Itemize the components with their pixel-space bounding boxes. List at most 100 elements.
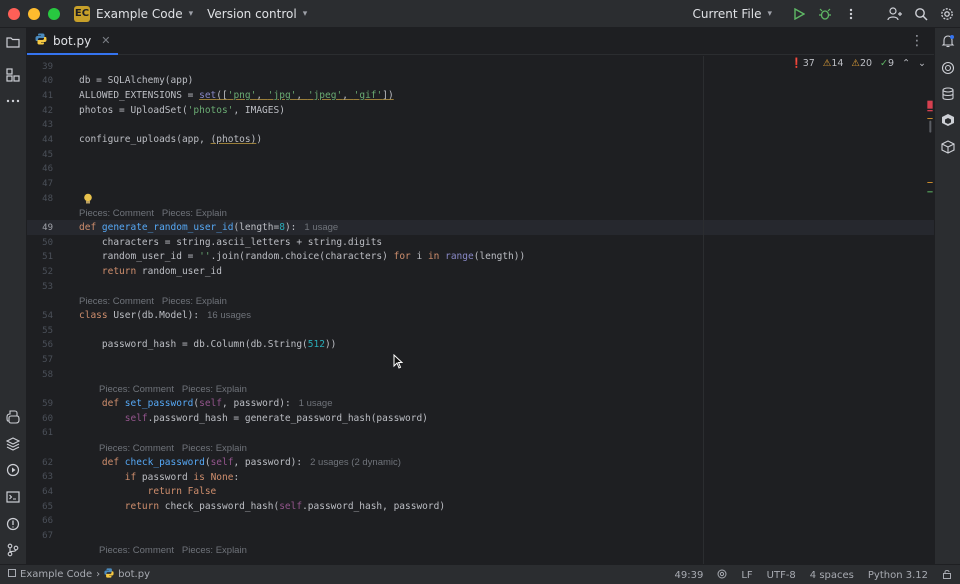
ai-assistant-icon[interactable]	[938, 58, 958, 78]
chevron-down-icon[interactable]: ⌄	[918, 58, 926, 69]
chevron-down-icon: ▾	[767, 9, 772, 19]
line-number: 40	[42, 76, 53, 86]
pieces-hint[interactable]: Pieces: Comment Pieces: Explain	[79, 208, 227, 219]
line-number: 65	[42, 502, 53, 512]
layers-icon[interactable]	[3, 434, 23, 454]
code-line: return check_password_hash(self.password…	[79, 501, 446, 512]
python-interpreter[interactable]: Python 3.12	[868, 570, 928, 581]
python-console-icon[interactable]	[3, 407, 23, 427]
git-branch-icon[interactable]	[3, 540, 23, 560]
lightbulb-icon[interactable]	[83, 193, 93, 205]
line-number: 50	[42, 238, 53, 248]
error-stripe[interactable]	[926, 74, 934, 234]
project-folder-icon[interactable]	[3, 32, 23, 52]
version-control-menu[interactable]: Version control ▾	[207, 7, 307, 21]
breadcrumb-project[interactable]: Example Code	[20, 569, 92, 580]
tab-options-icon[interactable]: ⋮	[910, 33, 924, 49]
code-line: characters = string.ascii_letters + stri…	[79, 237, 383, 248]
tab-label: bot.py	[53, 33, 92, 48]
line-number: 62	[42, 458, 53, 468]
minimize-window-button[interactable]	[28, 7, 40, 20]
code-line: def set_password(self, password): 1 usage	[79, 398, 333, 409]
pieces-hint[interactable]: Pieces: Comment Pieces: Explain	[99, 443, 247, 454]
error-count: ❗37	[790, 58, 815, 69]
status-bar: Example Code › bot.py 49:39 LF UTF-8 4 s…	[0, 564, 960, 584]
window-controls	[8, 7, 60, 20]
line-number: 45	[42, 150, 53, 160]
code-line: def check_password(self, password): 2 usa…	[79, 457, 401, 468]
warning-count: ⚠14	[822, 58, 844, 69]
project-badge: EC	[74, 5, 90, 22]
breadcrumb: Example Code › bot.py	[8, 568, 150, 581]
usage-hint[interactable]: 1 usage	[304, 222, 338, 233]
line-number: 57	[42, 355, 53, 365]
lock-icon[interactable]	[942, 569, 952, 582]
line-number: 56	[42, 340, 53, 350]
usage-hint[interactable]: 1 usage	[299, 398, 333, 409]
package-box-icon[interactable]	[938, 137, 958, 157]
caret-position[interactable]: 49:39	[674, 570, 703, 581]
code-line: ALLOWED_EXTENSIONS = set(['png', 'jpg', …	[79, 90, 394, 101]
ai-status-icon[interactable]	[717, 569, 727, 582]
code-line: configure_uploads(app, (photos))	[79, 134, 263, 145]
notifications-bell-icon[interactable]	[938, 31, 958, 51]
right-tool-strip	[934, 28, 960, 564]
line-number: 61	[42, 428, 53, 438]
line-separator[interactable]: LF	[741, 570, 752, 581]
left-tool-strip	[0, 28, 27, 564]
file-encoding[interactable]: UTF-8	[767, 570, 796, 581]
vcs-label: Version control	[207, 6, 297, 21]
code-line: if password is None:	[79, 472, 240, 483]
title-bar: EC Example Code ▾ Version control ▾ Curr…	[0, 0, 960, 28]
usage-hint[interactable]: 2 usages (2 dynamic)	[310, 457, 401, 468]
inspection-widget[interactable]: ❗37 ⚠14 ⚠20 ✓9 ⌃ ⌄	[791, 58, 926, 69]
run-config-label: Current File	[692, 7, 762, 21]
settings-gear-icon[interactable]	[934, 1, 960, 27]
tab-bot-py[interactable]: bot.py ✕	[27, 28, 119, 55]
structure-icon[interactable]	[3, 65, 23, 85]
run-config-selector[interactable]: Current File ▾	[693, 7, 773, 21]
search-icon[interactable]	[908, 1, 934, 27]
code-line: password_hash = db.Column(db.String(512)…	[79, 339, 337, 350]
more-actions-icon[interactable]	[838, 1, 864, 27]
chevron-down-icon: ▾	[188, 8, 194, 19]
code-line: def generate_random_user_id(length=8): 1 …	[79, 222, 339, 233]
close-tab-icon[interactable]: ✕	[101, 34, 110, 47]
run-icon[interactable]	[786, 1, 812, 27]
database-icon[interactable]	[938, 84, 958, 104]
pieces-hint[interactable]: Pieces: Comment Pieces: Explain	[99, 545, 247, 556]
chevron-right-icon: ›	[96, 569, 101, 580]
line-number: 59	[42, 399, 53, 409]
project-selector[interactable]: EC Example Code ▾	[74, 5, 194, 22]
pieces-icon[interactable]	[938, 110, 958, 130]
chevron-up-icon[interactable]: ⌃	[902, 58, 910, 69]
project-square-icon	[8, 569, 16, 580]
code-line: self.password_hash = generate_password_h…	[79, 413, 428, 424]
add-user-icon[interactable]	[882, 1, 908, 27]
terminal-icon[interactable]	[3, 487, 23, 507]
line-number: 51	[42, 252, 53, 262]
zoom-window-button[interactable]	[48, 7, 60, 20]
line-number: 47	[42, 179, 53, 189]
project-name: Example Code	[96, 6, 183, 21]
pieces-hint[interactable]: Pieces: Comment Pieces: Explain	[79, 296, 227, 307]
line-number: 42	[42, 106, 53, 116]
line-number: 52	[42, 267, 53, 277]
python-file-icon	[35, 33, 47, 48]
line-number: 39	[42, 62, 53, 72]
code-editor[interactable]: ❗37 ⚠14 ⚠20 ✓9 ⌃ ⌄ 39 40 41 42 43 44 45 …	[27, 56, 934, 564]
debug-icon[interactable]	[812, 1, 838, 27]
pieces-hint[interactable]: Pieces: Comment Pieces: Explain	[99, 384, 247, 395]
usage-hint[interactable]: 16 usages	[207, 310, 251, 321]
line-number: 53	[42, 282, 53, 292]
line-number: 44	[42, 135, 53, 145]
right-margin-guide	[703, 56, 704, 564]
more-tools-icon[interactable]	[3, 91, 23, 111]
services-icon[interactable]	[3, 460, 23, 480]
indent-setting[interactable]: 4 spaces	[810, 570, 854, 581]
close-window-button[interactable]	[8, 7, 20, 20]
breadcrumb-file[interactable]: bot.py	[118, 569, 150, 580]
code-line: return random_user_id	[79, 266, 222, 277]
line-number: 60	[42, 414, 53, 424]
problems-icon[interactable]	[3, 514, 23, 534]
